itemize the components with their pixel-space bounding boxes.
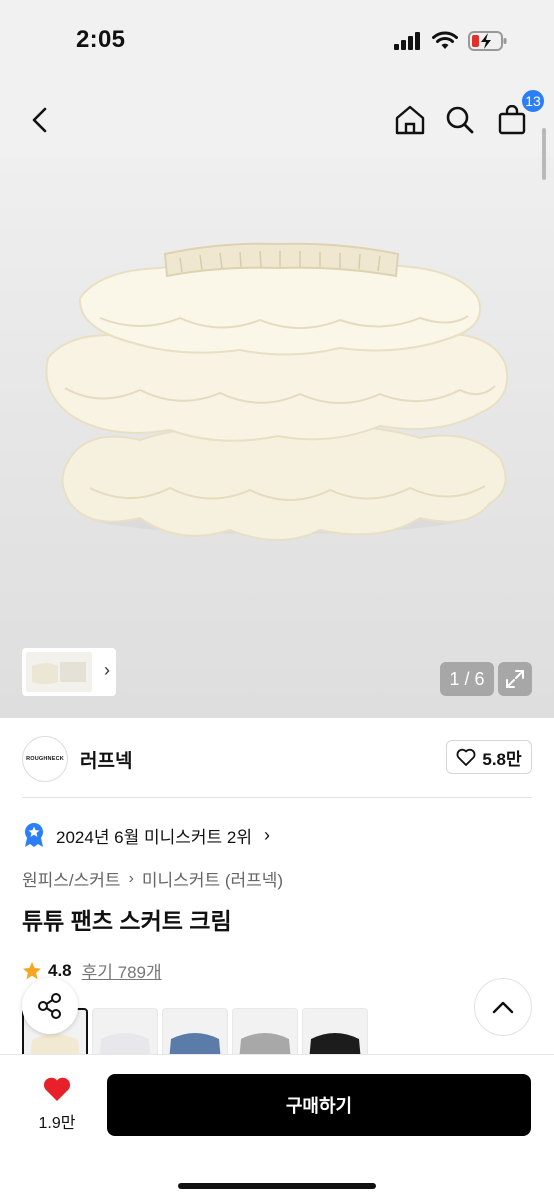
- brand-name[interactable]: 러프넥: [80, 746, 132, 773]
- share-button[interactable]: [22, 978, 78, 1034]
- battery-charging-icon: [468, 31, 507, 51]
- home-icon: [395, 105, 425, 135]
- divider: [22, 797, 532, 798]
- cart-button[interactable]: 13: [492, 88, 546, 140]
- breadcrumb-separator-icon: ›: [128, 869, 134, 887]
- chevron-right-icon: ›: [264, 824, 271, 845]
- app-header: 13: [0, 80, 554, 158]
- wishlist-count: 1.9만: [38, 1115, 76, 1132]
- home-indicator: [178, 1183, 376, 1189]
- wifi-icon: [432, 31, 458, 49]
- bottom-action-bar: 1.9만 구매하기: [0, 1054, 554, 1200]
- breadcrumb-item[interactable]: 미니스커트 (러프넥): [142, 866, 283, 891]
- back-button[interactable]: [20, 100, 60, 140]
- brand-like-count: 5.8만: [482, 749, 522, 769]
- brand-logo[interactable]: ROUGHNECK: [22, 736, 68, 782]
- product-image: [45, 242, 509, 541]
- signal-icon: [394, 32, 420, 50]
- share-icon: [38, 993, 61, 1019]
- ranking-text: 2024년 6월 미니스커트 2위: [56, 827, 253, 847]
- wishlist-button[interactable]: 1.9만: [28, 1075, 86, 1133]
- status-icons: [394, 30, 508, 52]
- breadcrumb: 원피스/스커트 › 미니스커트 (러프넥): [22, 866, 283, 891]
- brand-row: ROUGHNECK 러프넥 5.8만: [22, 730, 532, 790]
- home-button[interactable]: [390, 100, 430, 140]
- thumbnail-skirts-icon: [32, 662, 86, 684]
- search-button[interactable]: [440, 100, 480, 140]
- page-scroll-indicator: [542, 128, 546, 180]
- cart-count-badge: 13: [520, 88, 546, 114]
- reviews-link[interactable]: 후기 789개: [82, 958, 162, 983]
- expand-image-button[interactable]: [498, 662, 532, 696]
- heart-filled-icon: [43, 1077, 71, 1101]
- breadcrumb-item[interactable]: 원피스/스커트: [22, 866, 121, 891]
- thumbnail-next-icon[interactable]: ›: [104, 660, 110, 681]
- status-bar: 2:05: [0, 0, 554, 80]
- star-icon: [23, 961, 41, 979]
- search-icon: [446, 106, 474, 134]
- status-time: 2:05: [76, 26, 126, 53]
- expand-icon: [506, 670, 524, 688]
- product-image-gallery[interactable]: › 1 / 6: [0, 158, 554, 718]
- rank-badge-icon: [25, 823, 43, 847]
- chevron-left-icon: [32, 107, 47, 133]
- thumbnail-strip[interactable]: ›: [22, 648, 116, 696]
- thumbnail-image[interactable]: [26, 652, 92, 692]
- heart-outline-icon: [456, 748, 476, 766]
- scroll-to-top-button[interactable]: [474, 978, 532, 1036]
- image-page-counter: 1 / 6: [440, 662, 494, 696]
- ranking-link[interactable]: 2024년 6월 미니스커트 2위 ›: [22, 820, 270, 850]
- brand-like-button[interactable]: 5.8만: [446, 740, 532, 774]
- product-title: 튜튜 팬츠 스커트 크림: [22, 908, 232, 934]
- chevron-up-icon: [492, 1001, 514, 1014]
- buy-button[interactable]: 구매하기: [107, 1074, 531, 1136]
